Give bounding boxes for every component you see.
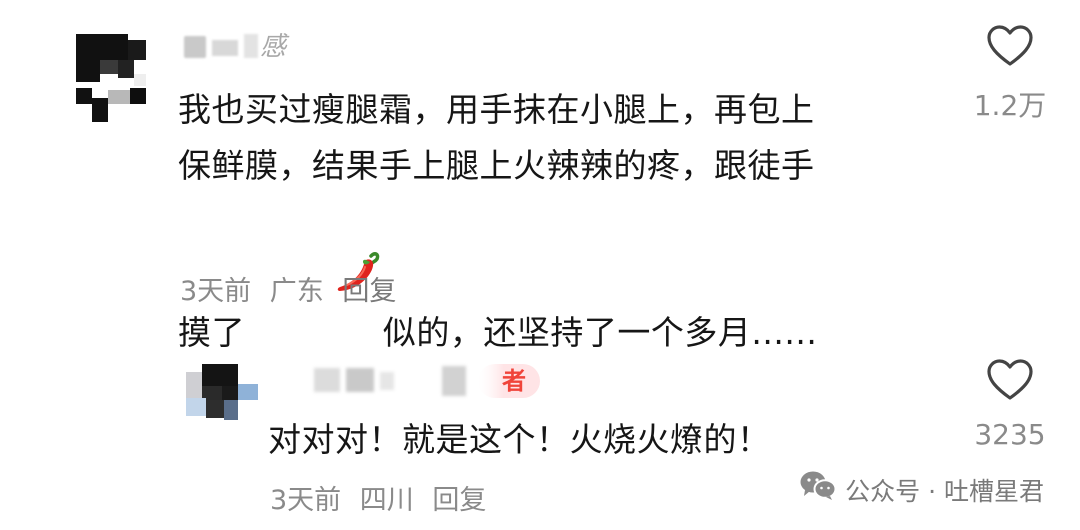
heart-outline-icon <box>986 359 1034 406</box>
comment-meta: 3天前 广东 回复 <box>180 272 406 312</box>
reply-item: 者 对对对！就是这个！火烧火燎的！ 3天前 四川 回复 3235 公众号 · 吐… <box>0 340 1080 530</box>
avatar[interactable] <box>74 34 148 124</box>
wechat-icon <box>799 470 837 514</box>
username[interactable]: 者 <box>310 362 590 400</box>
like-count: 1.2万 <box>973 89 1047 122</box>
reply-time: 3天前 <box>270 485 342 516</box>
comment-text: 我也买过瘦腿霜，用手抹在小腿上，再包上 保鲜膜，结果手上腿上火辣辣的疼，跟徒手 … <box>178 82 948 367</box>
watermark: 公众号 · 吐槽星君 <box>799 470 1044 514</box>
like-button[interactable]: 1.2万 <box>965 24 1055 124</box>
comment-time: 3天前 <box>180 276 252 307</box>
reply-meta: 3天前 四川 回复 <box>270 481 496 521</box>
like-button[interactable]: 3235 <box>965 358 1055 451</box>
username-visible-fragment: 感 <box>260 32 287 62</box>
reply-location: 四川 <box>359 485 414 516</box>
comment-line: 我也买过瘦腿霜，用手抹在小腿上，再包上 <box>178 90 815 129</box>
watermark-text: 公众号 · 吐槽星君 <box>845 477 1044 506</box>
avatar[interactable] <box>186 364 262 422</box>
comment-line: 保鲜膜，结果手上腿上火辣辣的疼，跟徒手 <box>178 146 815 185</box>
author-badge-label: 者 <box>502 367 526 395</box>
comment-location: 广东 <box>269 276 324 307</box>
username[interactable]: 感 <box>184 30 304 64</box>
comment-item: 感 我也买过瘦腿霜，用手抹在小腿上，再包上 保鲜膜，结果手上腿上火辣辣的疼，跟徒… <box>0 0 1080 352</box>
heart-outline-icon <box>986 25 1034 72</box>
like-count: 3235 <box>974 418 1046 451</box>
reply-text: 对对对！就是这个！火烧火燎的！ <box>268 420 771 459</box>
author-badge: 者 <box>478 364 540 398</box>
reply-button[interactable]: 回复 <box>342 276 396 307</box>
reply-button[interactable]: 回复 <box>432 485 486 516</box>
